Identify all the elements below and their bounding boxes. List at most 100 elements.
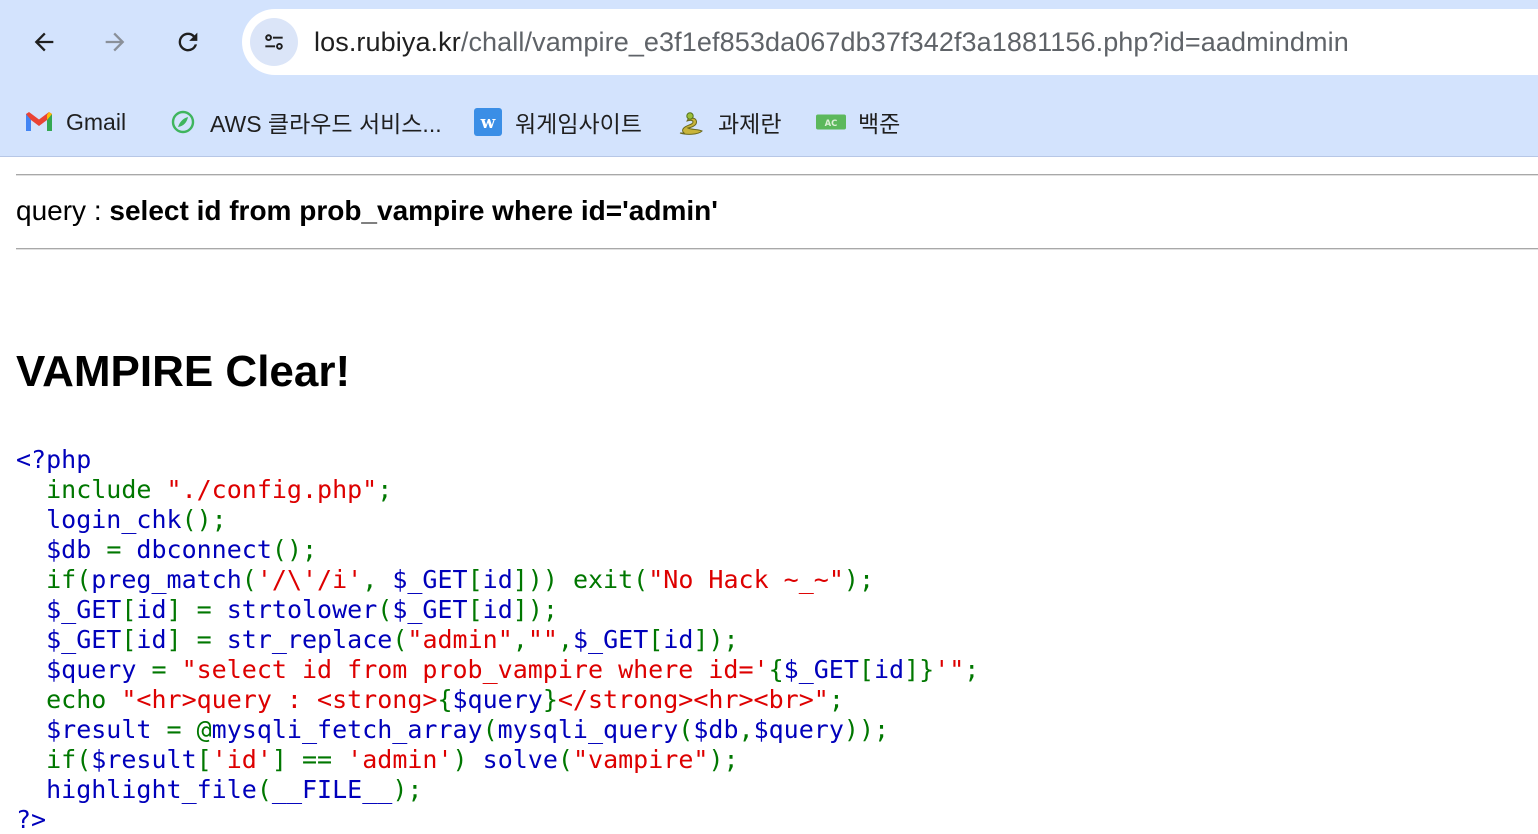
- code-token: ): [452, 745, 483, 774]
- code-token: login_chk: [16, 505, 182, 534]
- code-token: ;: [828, 685, 844, 714]
- code-token: 'admin': [347, 745, 453, 774]
- code-token: ]);: [693, 625, 739, 654]
- code-token: id: [136, 595, 167, 624]
- reload-icon: [178, 32, 198, 52]
- code-token: $_GET: [392, 595, 468, 624]
- code-token: );: [843, 565, 874, 594]
- code-token: "./config.php": [166, 475, 378, 504]
- snake-icon: [676, 107, 706, 137]
- code-line: echo "<hr>query : <strong>{$query}</stro…: [16, 685, 979, 715]
- code-token: str_replace: [226, 625, 393, 654]
- address-bar[interactable]: los.rubiya.kr/chall/vampire_e3f1ef853da0…: [242, 9, 1538, 75]
- code-token: id: [136, 625, 167, 654]
- arrow-left-icon: [34, 32, 54, 52]
- bookmark-label: 백준: [858, 111, 901, 137]
- code-token: (: [678, 715, 694, 744]
- code-line: login_chk();: [16, 505, 979, 535]
- code-token: id: [873, 655, 905, 684]
- query-text: select id from prob_vampire where id='ad…: [109, 195, 718, 226]
- code-token: "vampire": [572, 745, 709, 774]
- code-token: mysqli_query: [497, 715, 679, 744]
- code-token: ])) exit(: [512, 565, 649, 594]
- code-token: {: [437, 685, 453, 714]
- code-token: ]);: [512, 595, 558, 624]
- code-token: $_GET: [572, 625, 649, 654]
- code-token: echo: [16, 685, 122, 714]
- bookmark-assignment[interactable]: 과제란: [676, 106, 781, 138]
- bookmark-baekjoon[interactable]: AC 백준: [816, 106, 900, 138]
- code-token: $db: [693, 715, 739, 744]
- code-token: (: [377, 595, 393, 624]
- code-line: include "./config.php";: [16, 475, 979, 505]
- source-code-block: <?php include "./config.php"; login_chk(…: [16, 445, 979, 834]
- code-line: highlight_file(__FILE__);: [16, 775, 979, 805]
- url-text[interactable]: los.rubiya.kr/chall/vampire_e3f1ef853da0…: [314, 25, 1349, 59]
- reload-button[interactable]: [166, 20, 210, 64]
- code-line: if($result['id'] == 'admin') solve("vamp…: [16, 745, 979, 775]
- code-token: $_GET: [783, 655, 859, 684]
- code-token: (: [557, 745, 573, 774]
- code-token: [: [648, 625, 664, 654]
- code-token: id: [663, 625, 694, 654]
- code-token: [: [467, 595, 483, 624]
- code-token: {: [768, 655, 784, 684]
- forward-button[interactable]: [93, 20, 137, 64]
- code-token: [: [121, 625, 137, 654]
- code-token: );: [708, 745, 739, 774]
- code-token: mysqli_fetch_array: [211, 715, 483, 744]
- url-path: /chall/vampire_e3f1ef853da067db37f342f3a…: [460, 27, 1349, 57]
- code-token: ?>: [16, 805, 47, 834]
- code-token: [: [858, 655, 874, 684]
- code-token: [: [121, 595, 137, 624]
- code-token: ));: [843, 715, 890, 744]
- code-token: ,: [512, 625, 528, 654]
- code-token: ] ==: [271, 745, 348, 774]
- bookmark-label: Gmail: [66, 108, 127, 135]
- code-token: $result: [16, 715, 167, 744]
- ac-icon: AC: [816, 107, 846, 137]
- code-token: if(: [16, 745, 92, 774]
- site-info-button[interactable]: [250, 18, 298, 66]
- code-token: id: [482, 595, 513, 624]
- query-output: query : select id from prob_vampire wher…: [16, 193, 718, 229]
- bookmark-wargame[interactable]: w 워게임사이트: [473, 106, 642, 138]
- code-token: </strong><hr><br>": [557, 685, 829, 714]
- code-token: (: [392, 625, 408, 654]
- code-token: (: [241, 565, 257, 594]
- bottom-divider: [16, 248, 1538, 250]
- code-token: strtolower: [226, 595, 378, 624]
- code-token: highlight_file: [16, 775, 257, 804]
- svg-text:w: w: [480, 113, 496, 133]
- code-line: <?php: [16, 445, 979, 475]
- code-line: $_GET[id] = str_replace("admin","",$_GET…: [16, 625, 979, 655]
- code-line: if(preg_match('/\'/i', $_GET[id])) exit(…: [16, 565, 979, 595]
- code-token: id: [482, 565, 513, 594]
- code-token: (: [482, 715, 498, 744]
- code-token: [: [196, 745, 212, 774]
- back-button[interactable]: [22, 20, 66, 64]
- code-token: ;: [964, 655, 980, 684]
- code-token: $db: [16, 535, 107, 564]
- bookmark-label: 워게임사이트: [515, 111, 642, 137]
- code-token: '": [934, 655, 965, 684]
- arrow-right-icon: [105, 32, 125, 52]
- code-token: "": [527, 625, 558, 654]
- code-token: ]}: [904, 655, 935, 684]
- w-icon: w: [473, 107, 503, 137]
- code-token: 'id': [211, 745, 272, 774]
- code-token: $_GET: [392, 565, 468, 594]
- bookmarks-bar: Gmail AWS 클라우드 서비스... w 워게임사이트 과제란 AC 백준: [0, 96, 1538, 148]
- code-token: =: [106, 535, 137, 564]
- code-token: ;: [377, 475, 393, 504]
- code-token: if(: [16, 565, 92, 594]
- code-token: ] =: [166, 595, 227, 624]
- bookmark-aws[interactable]: AWS 클라우드 서비스...: [168, 106, 442, 138]
- aws-leaf-icon: [168, 107, 198, 137]
- code-token: ();: [271, 535, 318, 564]
- code-token: solve: [482, 745, 558, 774]
- code-token: preg_match: [91, 565, 242, 594]
- bookmark-gmail[interactable]: Gmail: [24, 106, 126, 138]
- code-token: $query: [452, 685, 543, 714]
- code-token: <?php: [16, 445, 92, 474]
